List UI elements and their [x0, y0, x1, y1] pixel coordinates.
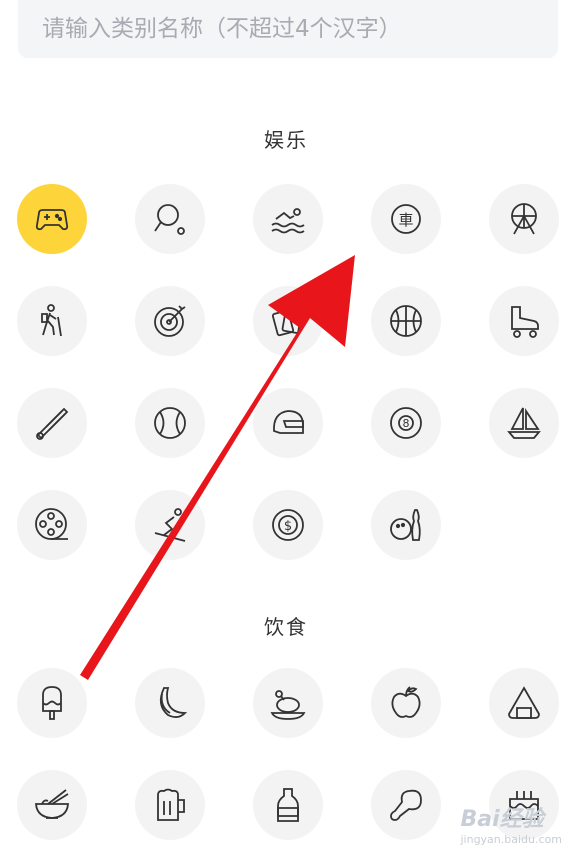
bowling-icon[interactable] [371, 490, 441, 560]
svg-text:$: $ [284, 519, 292, 534]
skiing-icon[interactable] [135, 490, 205, 560]
popsicle-icon[interactable] [17, 668, 87, 738]
badminton-icon[interactable] [17, 388, 87, 458]
swimming-icon[interactable] [253, 184, 323, 254]
billiard-ball-icon[interactable]: 8 [371, 388, 441, 458]
roller-skate-icon[interactable] [489, 286, 559, 356]
section-title-food: 饮食 [264, 615, 308, 639]
bottle-icon[interactable] [253, 770, 323, 840]
watermark-url: jingyan.baidu.com [460, 833, 562, 846]
rice-ball-icon[interactable] [489, 668, 559, 738]
watermark-logo: Bai经验 [460, 807, 544, 832]
svg-text:8: 8 [403, 417, 410, 430]
basketball-icon[interactable] [371, 286, 441, 356]
hiking-icon[interactable] [17, 286, 87, 356]
drumstick-icon[interactable] [371, 770, 441, 840]
baidu-jingyan-watermark: Bai经验 jingyan.baidu.com [460, 801, 562, 846]
baseball-icon[interactable] [135, 388, 205, 458]
sailboat-icon[interactable] [489, 388, 559, 458]
target-icon[interactable] [135, 286, 205, 356]
category-name-input[interactable] [18, 0, 558, 58]
cards-icon[interactable] [253, 286, 323, 356]
beer-mug-icon[interactable] [135, 770, 205, 840]
banana-icon[interactable] [135, 668, 205, 738]
roast-chicken-icon[interactable] [253, 668, 323, 738]
helmet-icon[interactable] [253, 388, 323, 458]
gamepad-icon[interactable] [17, 184, 87, 254]
ping-pong-icon[interactable] [135, 184, 205, 254]
svg-text:車: 車 [398, 211, 413, 229]
noodle-bowl-icon[interactable] [17, 770, 87, 840]
film-reel-icon[interactable] [17, 490, 87, 560]
casino-chip-icon[interactable]: $ [253, 490, 323, 560]
section-title-entertainment: 娱乐 [264, 128, 308, 152]
ferris-wheel-icon[interactable] [489, 184, 559, 254]
apple-icon[interactable] [371, 668, 441, 738]
car-badge-icon[interactable]: 車 [371, 184, 441, 254]
